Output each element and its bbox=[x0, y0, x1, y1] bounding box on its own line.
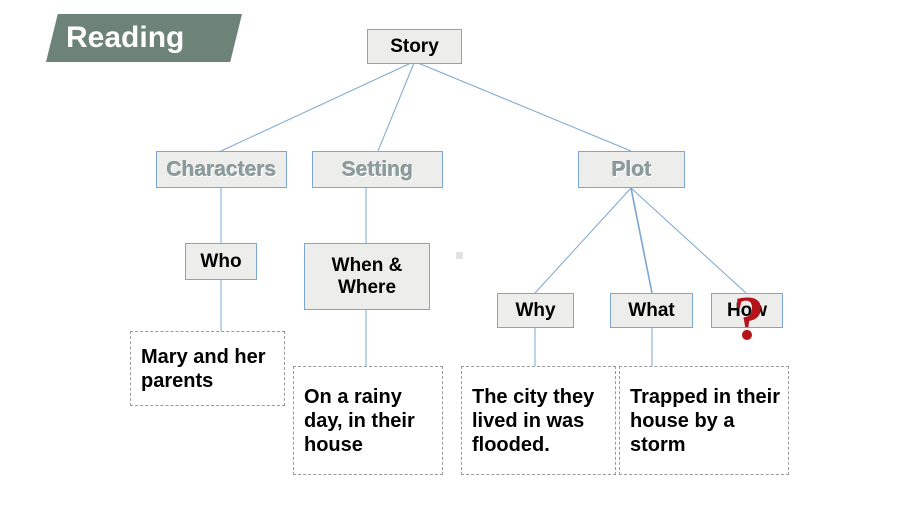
answer-what-text: Trapped in their house by a storm bbox=[630, 385, 781, 456]
node-who[interactable]: Who bbox=[185, 243, 257, 280]
node-setting[interactable]: Setting bbox=[312, 151, 443, 188]
reading-banner-label: Reading bbox=[66, 21, 185, 54]
answer-setting[interactable]: On a rainy day, in their house bbox=[293, 366, 443, 475]
node-what-label: What bbox=[628, 299, 675, 321]
node-story[interactable]: Story bbox=[367, 29, 462, 64]
slide-canvas: Reading Story Characters Setting Plot Wh… bbox=[0, 0, 920, 518]
node-why[interactable]: Why bbox=[497, 293, 574, 328]
node-why-label: Why bbox=[515, 299, 556, 321]
answer-characters-text: Mary and her parents bbox=[141, 345, 266, 392]
node-when-where-label: When & Where bbox=[331, 255, 403, 298]
node-setting-label: Setting bbox=[341, 157, 414, 181]
node-story-label: Story bbox=[390, 35, 439, 57]
stray-gray-square bbox=[456, 252, 463, 259]
node-plot[interactable]: Plot bbox=[578, 151, 685, 188]
answer-why-text: The city they lived in was flooded. bbox=[472, 385, 595, 456]
node-who-label: Who bbox=[200, 250, 242, 272]
red-question-mark-icon: ? bbox=[733, 285, 765, 353]
answer-setting-text: On a rainy day, in their house bbox=[304, 385, 415, 456]
node-characters[interactable]: Characters bbox=[156, 151, 287, 188]
node-plot-label: Plot bbox=[611, 157, 652, 181]
node-what[interactable]: What bbox=[610, 293, 693, 328]
answer-characters[interactable]: Mary and her parents bbox=[130, 331, 285, 406]
node-characters-label: Characters bbox=[166, 157, 277, 181]
answer-what[interactable]: Trapped in their house by a storm bbox=[619, 366, 789, 475]
answer-why[interactable]: The city they lived in was flooded. bbox=[461, 366, 616, 475]
node-when-where[interactable]: When & Where bbox=[304, 243, 430, 310]
